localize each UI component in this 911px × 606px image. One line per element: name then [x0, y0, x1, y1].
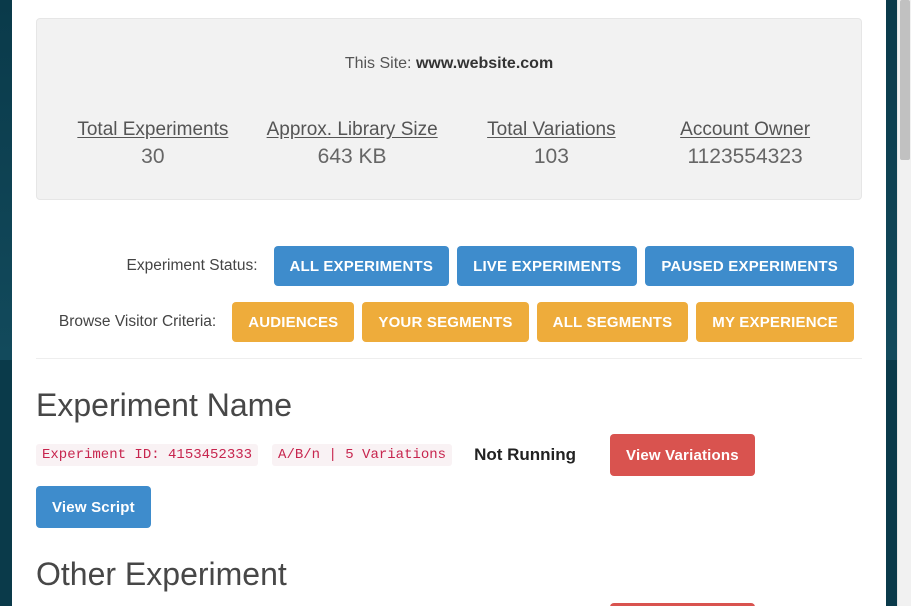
stat-label: Total Experiments — [73, 119, 233, 141]
experiment-type-badge: A/B/n | 5 Variations — [272, 444, 452, 466]
summary-panel: This Site: www.website.com Total Experim… — [36, 18, 862, 200]
criteria-audiences-button[interactable]: AUDIENCES — [232, 302, 354, 342]
criteria-my-experience-button[interactable]: MY EXPERIENCE — [696, 302, 854, 342]
stat-label: Total Variations — [471, 119, 631, 141]
experiment-actions-row: View Script — [36, 486, 862, 528]
stat-label: Approx. Library Size — [267, 119, 438, 141]
stat-label: Account Owner — [665, 119, 825, 141]
experiment-title: Experiment Name — [36, 387, 862, 424]
scrollbar-thumb[interactable] — [900, 0, 910, 160]
stat-value: 1123554323 — [665, 145, 825, 169]
filter-paused-experiments-button[interactable]: PAUSED EXPERIMENTS — [645, 246, 854, 286]
stat-account-owner: Account Owner 1123554323 — [665, 119, 825, 169]
modal-content: This Site: www.website.com Total Experim… — [12, 18, 886, 606]
filter-row-status: Experiment Status: ALL EXPERIMENTS LIVE … — [36, 246, 862, 286]
view-variations-button[interactable]: View Variations — [610, 434, 755, 476]
criteria-your-segments-button[interactable]: YOUR SEGMENTS — [362, 302, 528, 342]
filter-row-criteria: Browse Visitor Criteria: AUDIENCES YOUR … — [36, 302, 862, 342]
modal-panel: This Site: www.website.com Total Experim… — [12, 0, 886, 606]
experiment-status: Not Running — [474, 445, 576, 465]
site-line: This Site: www.website.com — [61, 55, 837, 73]
stats-row: Total Experiments 30 Approx. Library Siz… — [61, 119, 837, 169]
stat-total-experiments: Total Experiments 30 — [73, 119, 233, 169]
filters: Experiment Status: ALL EXPERIMENTS LIVE … — [36, 246, 862, 342]
stat-library-size: Approx. Library Size 643 KB — [267, 119, 438, 169]
view-script-button[interactable]: View Script — [36, 486, 151, 528]
filter-label-criteria: Browse Visitor Criteria: — [36, 313, 232, 331]
this-site-label: This Site: — [345, 55, 416, 72]
filter-all-experiments-button[interactable]: ALL EXPERIMENTS — [274, 246, 450, 286]
experiment-meta-row: Experiment ID: 4153452333 A/B/n | 5 Vari… — [36, 434, 862, 476]
stat-value: 30 — [73, 145, 233, 169]
stat-value: 643 KB — [267, 145, 438, 169]
criteria-all-segments-button[interactable]: ALL SEGMENTS — [537, 302, 689, 342]
filter-label-status: Experiment Status: — [36, 257, 274, 275]
stat-total-variations: Total Variations 103 — [471, 119, 631, 169]
site-domain: www.website.com — [416, 55, 553, 72]
experiment-id-badge: Experiment ID: 4153452333 — [36, 444, 258, 466]
experiment-card: Other Experiment Experiment ID: 55465476… — [36, 556, 862, 606]
filter-live-experiments-button[interactable]: LIVE EXPERIMENTS — [457, 246, 637, 286]
divider — [36, 358, 862, 359]
experiment-card: Experiment Name Experiment ID: 415345233… — [36, 387, 862, 528]
vertical-scrollbar[interactable] — [897, 0, 911, 606]
experiment-title: Other Experiment — [36, 556, 862, 593]
stat-value: 103 — [471, 145, 631, 169]
